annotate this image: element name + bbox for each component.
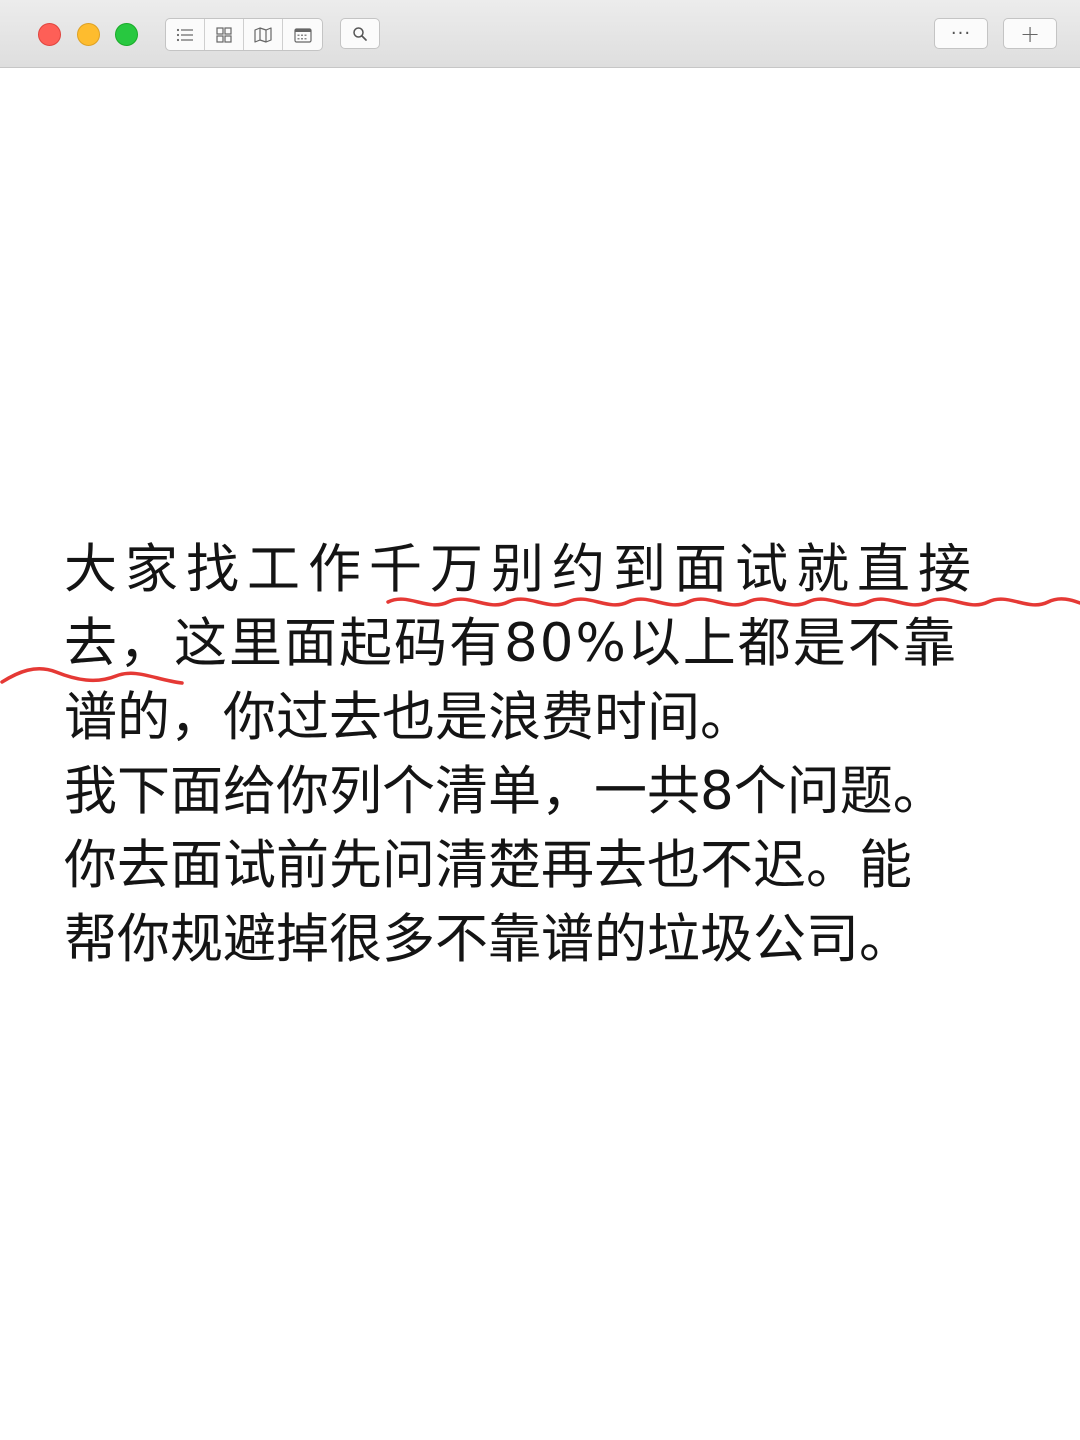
- calendar-view-button[interactable]: [283, 19, 322, 50]
- map-view-icon: [254, 26, 272, 43]
- minimize-window-button[interactable]: [77, 23, 100, 46]
- close-window-button[interactable]: [38, 23, 61, 46]
- note-line: 大家找工作千万别约到面试就直接: [64, 539, 979, 600]
- calendar-view-icon: [293, 27, 312, 43]
- maximize-window-button[interactable]: [115, 23, 138, 46]
- note-line: 谱的，你过去也是浪费时间。: [64, 687, 753, 748]
- window-titlebar: ··· +: [0, 0, 1080, 68]
- map-view-button[interactable]: [244, 19, 283, 50]
- add-note-label: +: [1019, 19, 1041, 48]
- more-options-label: ···: [950, 23, 972, 44]
- view-mode-segmented-control: [165, 18, 323, 51]
- add-note-button[interactable]: +: [1003, 18, 1057, 49]
- more-options-button[interactable]: ···: [934, 18, 988, 49]
- note-line: 帮你规避掉很多不靠谱的垃圾公司。: [64, 909, 912, 970]
- search-button[interactable]: [340, 18, 380, 49]
- note-line: 去，这里面起码有80%以上都是不靠: [64, 613, 958, 674]
- note-line: 我下面给你列个清单，一共8个问题。: [64, 761, 946, 822]
- grid-view-button[interactable]: [205, 19, 244, 50]
- grid-view-icon: [216, 26, 232, 43]
- note-body[interactable]: 大家找工作千万别约到面试就直接 去，这里面起码有80%以上都是不靠 谱的，你过去…: [64, 533, 1024, 977]
- note-line: 你去面试前先问清楚再去也不迟。能: [64, 835, 912, 896]
- list-view-icon: [176, 28, 193, 41]
- search-icon: [353, 26, 367, 41]
- list-view-button[interactable]: [166, 19, 205, 50]
